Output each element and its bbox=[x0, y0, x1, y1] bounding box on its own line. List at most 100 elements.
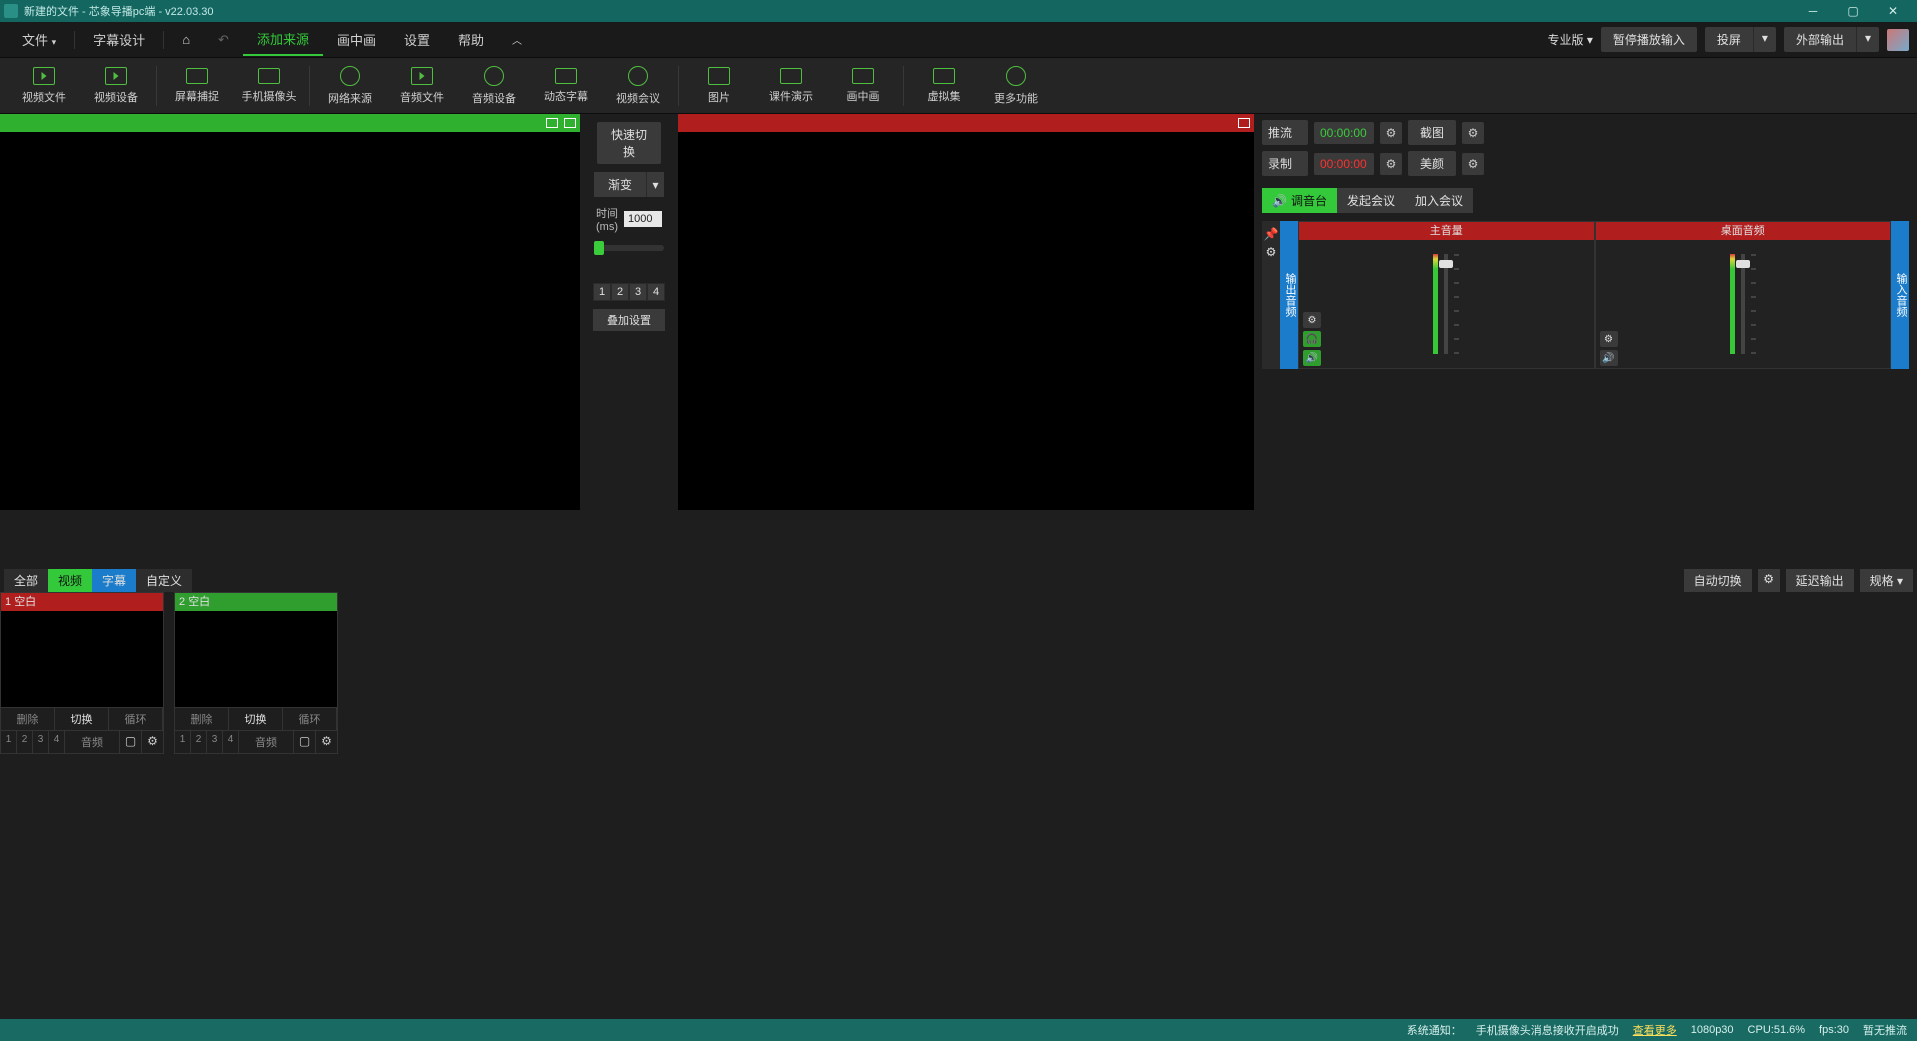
menu-file[interactable]: 文件 ▾ bbox=[8, 24, 70, 55]
preview-expand-icon[interactable] bbox=[564, 118, 576, 128]
main-headphone-icon[interactable]: 🎧 bbox=[1303, 331, 1321, 347]
menu-settings[interactable]: 设置 bbox=[390, 24, 444, 55]
scene2-audio[interactable]: 音频 bbox=[239, 731, 293, 753]
transition-slider[interactable] bbox=[594, 245, 664, 251]
external-dropdown[interactable]: ▾ bbox=[1856, 27, 1879, 52]
maximize-button[interactable]: ▢ bbox=[1833, 0, 1873, 22]
minimize-button[interactable]: ─ bbox=[1793, 0, 1833, 22]
overlay-settings-button[interactable]: 叠加设置 bbox=[593, 309, 665, 331]
menu-subtitle-design[interactable]: 字幕设计 bbox=[79, 24, 159, 55]
close-button[interactable]: ✕ bbox=[1873, 0, 1913, 22]
scene1-switch[interactable]: 切换 bbox=[55, 708, 109, 730]
scene2-gear-icon[interactable]: ⚙ bbox=[315, 731, 337, 753]
stream-gear-icon[interactable]: ⚙ bbox=[1380, 122, 1402, 144]
stream-label[interactable]: 推流 bbox=[1262, 120, 1308, 145]
scene2-n2[interactable]: 2 bbox=[191, 731, 207, 753]
tab-all[interactable]: 全部 bbox=[4, 569, 48, 592]
tool-phone-camera[interactable]: 手机摄像头 bbox=[233, 64, 305, 108]
record-label[interactable]: 录制 bbox=[1262, 151, 1308, 176]
tool-image[interactable]: 图片 bbox=[683, 63, 755, 109]
program-panel[interactable] bbox=[678, 114, 1254, 510]
auto-switch-gear-icon[interactable]: ⚙ bbox=[1758, 569, 1780, 592]
screenshot-button[interactable]: 截图 bbox=[1408, 120, 1456, 145]
spec-button[interactable]: 规格 ▾ bbox=[1860, 569, 1913, 592]
scene1-audio[interactable]: 音频 bbox=[65, 731, 119, 753]
tool-screen-capture[interactable]: 屏幕捕捉 bbox=[161, 64, 233, 108]
auto-switch-button[interactable]: 自动切换 bbox=[1684, 569, 1752, 592]
scene2-monitor-icon[interactable]: ▢ bbox=[293, 731, 315, 753]
desktop-fader[interactable] bbox=[1741, 254, 1745, 354]
tool-video-file[interactable]: 视频文件 bbox=[8, 63, 80, 109]
scene1-n3[interactable]: 3 bbox=[33, 731, 49, 753]
scene1-n2[interactable]: 2 bbox=[17, 731, 33, 753]
tab-join-meeting[interactable]: 加入会议 bbox=[1405, 188, 1473, 213]
pause-input-button[interactable]: 暂停播放输入 bbox=[1601, 27, 1697, 52]
scene-card-2[interactable]: 2 空白 删除 切换 循环 1 2 3 4 音频 ▢ ⚙ bbox=[174, 592, 338, 754]
tab-custom[interactable]: 自定义 bbox=[136, 569, 192, 592]
menu-help[interactable]: 帮助 bbox=[444, 24, 498, 55]
desktop-speaker-icon[interactable]: 🔊 bbox=[1600, 350, 1618, 366]
scene1-gear-icon[interactable]: ⚙ bbox=[141, 731, 163, 753]
tab-subtitle[interactable]: 字幕 bbox=[92, 569, 136, 592]
menu-pip[interactable]: 画中画 bbox=[323, 24, 390, 55]
scene2-n3[interactable]: 3 bbox=[207, 731, 223, 753]
tool-more[interactable]: 更多功能 bbox=[980, 62, 1052, 110]
tab-video[interactable]: 视频 bbox=[48, 569, 92, 592]
scene2-n1[interactable]: 1 bbox=[175, 731, 191, 753]
tool-audio-device[interactable]: 音频设备 bbox=[458, 62, 530, 110]
menu-add-source[interactable]: 添加来源 bbox=[243, 23, 323, 56]
pin-gear-icon[interactable]: ⚙ bbox=[1266, 245, 1277, 259]
time-input[interactable] bbox=[624, 211, 662, 227]
preview-monitor-icon[interactable] bbox=[546, 118, 558, 128]
scene2-loop[interactable]: 循环 bbox=[283, 708, 337, 730]
menu-home-icon[interactable]: ⌂ bbox=[168, 26, 204, 53]
view-more-link[interactable]: 查看更多 bbox=[1633, 1022, 1677, 1038]
main-gear-icon[interactable]: ⚙ bbox=[1303, 312, 1321, 328]
scene2-switch[interactable]: 切换 bbox=[229, 708, 283, 730]
quick-switch-button[interactable]: 快速切换 bbox=[597, 122, 661, 164]
scene1-n1[interactable]: 1 bbox=[1, 731, 17, 753]
tool-audio-file[interactable]: 音频文件 bbox=[386, 63, 458, 109]
beauty-gear-icon[interactable]: ⚙ bbox=[1462, 153, 1484, 175]
tool-pip[interactable]: 画中画 bbox=[827, 64, 899, 108]
main-speaker-icon[interactable]: 🔊 bbox=[1303, 350, 1321, 366]
tool-network-source[interactable]: 网络来源 bbox=[314, 62, 386, 110]
main-fader[interactable] bbox=[1444, 254, 1448, 354]
avatar[interactable] bbox=[1887, 29, 1909, 51]
tool-presentation[interactable]: 课件演示 bbox=[755, 64, 827, 108]
overlay-2[interactable]: 2 bbox=[611, 283, 629, 301]
program-monitor-icon[interactable] bbox=[1238, 118, 1250, 128]
pin-icon[interactable]: 📌 bbox=[1264, 227, 1279, 241]
scene2-delete[interactable]: 删除 bbox=[175, 708, 229, 730]
preview-panel[interactable] bbox=[0, 114, 580, 510]
output-audio-label[interactable]: 输出音频 bbox=[1280, 221, 1298, 369]
scene1-loop[interactable]: 循环 bbox=[109, 708, 163, 730]
pro-badge[interactable]: 专业版 ▾ bbox=[1548, 31, 1593, 48]
menu-undo-icon[interactable]: ↶ bbox=[204, 26, 243, 54]
transition-type-select[interactable]: 渐变 ▾ bbox=[594, 172, 664, 197]
beauty-button[interactable]: 美颜 bbox=[1408, 151, 1456, 176]
external-output-button[interactable]: 外部输出 ▾ bbox=[1784, 27, 1879, 52]
input-audio-label[interactable]: 输入音频 bbox=[1891, 221, 1909, 369]
scene1-monitor-icon[interactable]: ▢ bbox=[119, 731, 141, 753]
cast-button[interactable]: 投屏 ▾ bbox=[1705, 27, 1776, 52]
screenshot-gear-icon[interactable]: ⚙ bbox=[1462, 122, 1484, 144]
tool-video-meeting[interactable]: 视频会议 bbox=[602, 62, 674, 110]
desktop-gear-icon[interactable]: ⚙ bbox=[1600, 331, 1618, 347]
menu-more[interactable]: ︿ bbox=[498, 26, 536, 53]
record-gear-icon[interactable]: ⚙ bbox=[1380, 153, 1402, 175]
tab-mixer[interactable]: 🔊调音台 bbox=[1262, 188, 1337, 213]
delay-output-button[interactable]: 延迟输出 bbox=[1786, 569, 1854, 592]
scene1-n4[interactable]: 4 bbox=[49, 731, 65, 753]
tool-dynamic-subtitle[interactable]: 动态字幕 bbox=[530, 64, 602, 108]
scene2-n4[interactable]: 4 bbox=[223, 731, 239, 753]
tab-create-meeting[interactable]: 发起会议 bbox=[1337, 188, 1405, 213]
overlay-3[interactable]: 3 bbox=[629, 283, 647, 301]
overlay-1[interactable]: 1 bbox=[593, 283, 611, 301]
scene-card-1[interactable]: 1 空白 删除 切换 循环 1 2 3 4 音频 ▢ ⚙ bbox=[0, 592, 164, 754]
tool-video-device[interactable]: 视频设备 bbox=[80, 63, 152, 109]
overlay-4[interactable]: 4 bbox=[647, 283, 665, 301]
chevron-down-icon[interactable]: ▾ bbox=[646, 172, 664, 197]
cast-dropdown[interactable]: ▾ bbox=[1753, 27, 1776, 52]
scene1-delete[interactable]: 删除 bbox=[1, 708, 55, 730]
